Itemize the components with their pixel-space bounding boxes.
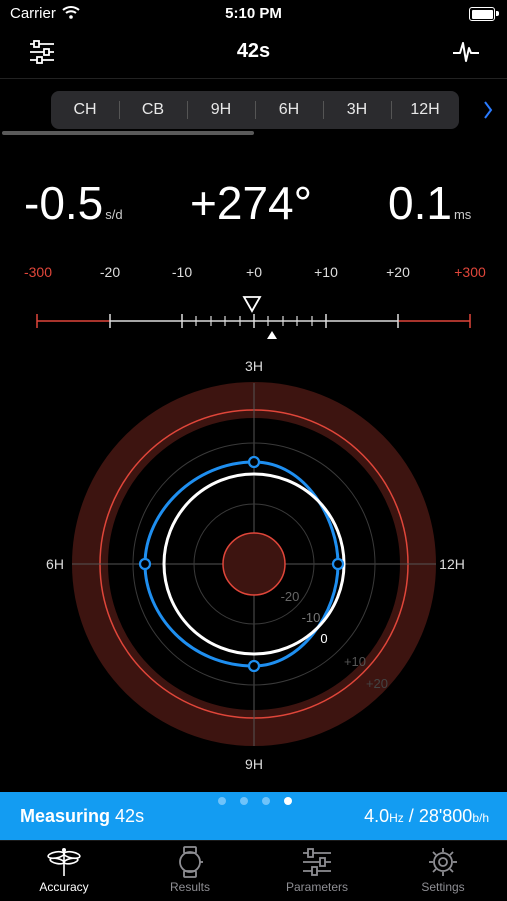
beat-error-unit: ms bbox=[453, 207, 472, 222]
scale-label-minus20: -20 bbox=[99, 264, 121, 280]
curve-point-3h bbox=[247, 455, 261, 469]
frequency-unit: Hz bbox=[389, 811, 404, 825]
rate-unit: s/d bbox=[105, 207, 123, 222]
waveform-button[interactable] bbox=[448, 34, 484, 70]
scale-label-plus10: +10 bbox=[314, 264, 338, 280]
frequency-value: 4.0 bbox=[364, 806, 390, 826]
page-indicator-dot[interactable] bbox=[218, 797, 226, 805]
page-indicator-dot[interactable] bbox=[262, 797, 270, 805]
frequency-info: 4.0Hz / 28'800b/h bbox=[364, 806, 489, 827]
segment-12h[interactable]: 12H bbox=[391, 91, 459, 129]
polar-label-3h: 3H bbox=[245, 358, 263, 374]
curve-point-9h bbox=[247, 659, 261, 673]
pulse-icon bbox=[453, 42, 479, 62]
battery-icon bbox=[469, 7, 495, 21]
beat-error-reading: 0.1 ms bbox=[388, 176, 471, 230]
rate-scale bbox=[36, 296, 471, 339]
beat-rate-value: 28'800 bbox=[418, 806, 473, 826]
ring-label-plus10: +10 bbox=[344, 654, 366, 669]
amplitude-reading: +274° bbox=[190, 176, 312, 230]
curve-point-12h bbox=[331, 557, 345, 571]
ring-label-minus10: -10 bbox=[302, 610, 321, 625]
curve-point-6h bbox=[138, 557, 152, 571]
measuring-label: Measuring bbox=[20, 806, 111, 826]
chevron-right-icon[interactable] bbox=[482, 100, 494, 120]
scale-label-minus300: -300 bbox=[23, 264, 53, 280]
status-time: 5:10 PM bbox=[225, 5, 282, 22]
sliders-icon bbox=[303, 848, 331, 876]
ring-label-plus20: +20 bbox=[366, 676, 388, 691]
tab-settings[interactable]: Settings bbox=[383, 842, 503, 894]
page-indicator-dot[interactable] bbox=[240, 797, 248, 805]
segment-ch[interactable]: CH bbox=[51, 91, 119, 129]
tab-parameters[interactable]: Parameters bbox=[257, 842, 377, 894]
rate-reading: -0.5 s/d bbox=[24, 176, 123, 230]
frequency-separator: / bbox=[408, 806, 414, 826]
dragonfly-icon bbox=[47, 848, 81, 876]
polar-label-12h: 12H bbox=[439, 556, 465, 572]
reference-marker-icon bbox=[267, 331, 277, 339]
scale-label-plus300: +300 bbox=[454, 264, 486, 280]
polar-plot: 3H 9H 6H 12H -20 -10 0 +10 +20 bbox=[46, 358, 465, 772]
page-title: 42s bbox=[236, 40, 271, 62]
status-bar: Carrier 5:10 PM bbox=[0, 0, 507, 30]
segment-cb[interactable]: CB bbox=[119, 91, 187, 129]
segment-9h[interactable]: 9H bbox=[187, 91, 255, 129]
segment-6h[interactable]: 6H bbox=[255, 91, 323, 129]
amplitude-value: +274° bbox=[190, 177, 313, 229]
rate-value: -0.5 bbox=[24, 177, 104, 229]
ring-label-minus20: -20 bbox=[281, 589, 300, 604]
nav-divider bbox=[0, 78, 507, 79]
tab-parameters-label: Parameters bbox=[285, 880, 349, 894]
gear-icon bbox=[429, 848, 457, 876]
tab-results-label: Results bbox=[169, 880, 210, 894]
scroll-indicator bbox=[2, 131, 254, 135]
measuring-time: 42s bbox=[115, 806, 145, 826]
watch-icon bbox=[179, 846, 203, 878]
tab-results[interactable]: Results bbox=[130, 842, 250, 894]
tab-accuracy[interactable]: Accuracy bbox=[4, 842, 124, 894]
ring-label-zero: 0 bbox=[320, 631, 327, 646]
segment-3h[interactable]: 3H bbox=[323, 91, 391, 129]
page-indicator-dot-active[interactable] bbox=[284, 797, 292, 805]
polar-label-9h: 9H bbox=[245, 756, 263, 772]
scale-label-plus20: +20 bbox=[386, 264, 410, 280]
battery-tip bbox=[496, 11, 499, 16]
position-segmented-control[interactable]: CH CB 9H 6H 3H 12H bbox=[51, 91, 459, 129]
tab-accuracy-label: Accuracy bbox=[39, 880, 89, 894]
tab-settings-label: Settings bbox=[421, 880, 465, 894]
rate-marker-icon bbox=[242, 296, 262, 313]
beat-error-value: 0.1 bbox=[388, 177, 452, 229]
scale-label-minus10: -10 bbox=[171, 264, 193, 280]
beat-rate-unit: b/h bbox=[472, 811, 489, 825]
limit-circle-inner bbox=[222, 532, 286, 596]
polar-label-6h: 6H bbox=[46, 556, 64, 572]
measuring-status: Measuring 42s bbox=[20, 806, 144, 827]
scale-label-zero: +0 bbox=[246, 264, 262, 280]
